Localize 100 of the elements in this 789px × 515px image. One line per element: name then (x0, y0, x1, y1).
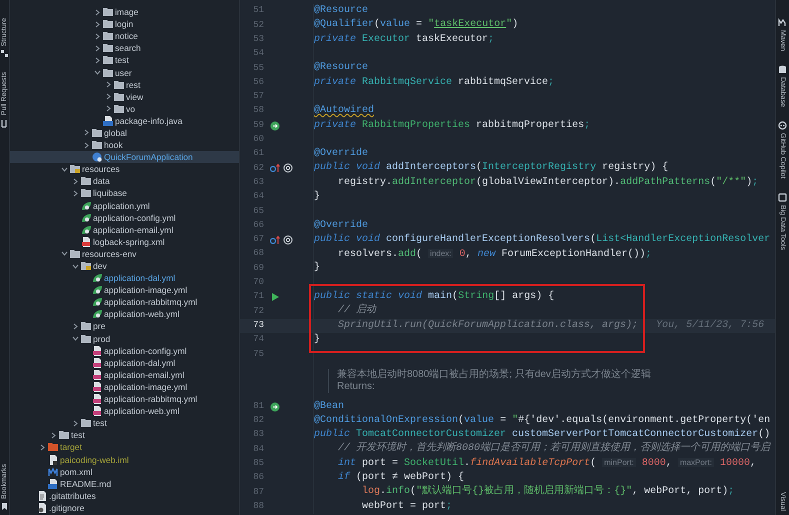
file-icon (92, 382, 102, 392)
file-icon (81, 236, 91, 247)
tree-item[interactable]: application-dal.yml (10, 356, 239, 369)
chevron-right-icon[interactable] (72, 190, 79, 197)
folder-icon (103, 68, 113, 78)
tree-item[interactable]: pom.xml (10, 466, 239, 478)
line-number: 67 (252, 233, 264, 246)
chevron-down-icon[interactable] (94, 69, 101, 76)
robot-icon[interactable] (778, 120, 787, 130)
run-icon[interactable] (270, 292, 280, 302)
tree-item[interactable]: login (10, 18, 239, 30)
tree-item[interactable]: paicoding-web.iml (10, 453, 239, 466)
tree-item[interactable]: liquibase (10, 187, 239, 200)
chevron-right-icon[interactable] (83, 129, 90, 136)
tree-item[interactable]: application-image.yml (10, 284, 239, 296)
chevron-right-icon[interactable] (83, 142, 90, 149)
code-line: @Resource (314, 62, 368, 74)
branch-icon[interactable] (0, 118, 9, 128)
tree-item[interactable]: application-email.yml (10, 368, 239, 381)
tree-item[interactable]: pre (10, 320, 239, 333)
tree-item[interactable]: hook (10, 139, 239, 152)
at-sign-icon[interactable] (283, 234, 293, 245)
code-line: public void configureHandlerExceptionResolvers(List<HandlerExceptionResolver (314, 234, 770, 246)
chevron-right-icon[interactable] (105, 81, 112, 88)
chevron-right-icon[interactable] (94, 32, 101, 40)
square-icon[interactable] (778, 192, 787, 202)
folder-icon (114, 80, 124, 90)
tree-item[interactable]: data (10, 175, 239, 188)
tree-item[interactable]: application-web.yml (10, 405, 239, 418)
chevron-right-icon[interactable] (72, 420, 79, 427)
chevron-right-icon[interactable] (72, 178, 79, 185)
line-number: 71 (252, 290, 264, 304)
chevron-down-icon[interactable] (72, 335, 79, 342)
line-number: 87 (252, 486, 264, 499)
tree-item[interactable]: dev (10, 260, 239, 272)
chevron-right-icon[interactable] (39, 444, 46, 451)
tree-item[interactable]: logback-spring.xml (10, 236, 239, 248)
chevron-right-icon[interactable] (94, 8, 101, 16)
chevron-down-icon[interactable] (61, 250, 68, 258)
maven-icon[interactable] (778, 18, 787, 27)
file-icon (48, 454, 58, 465)
tree-item[interactable]: .gitattributes (10, 490, 239, 502)
tree-item[interactable]: target (10, 441, 239, 454)
tree-item[interactable]: rest (10, 78, 239, 91)
database-icon[interactable] (778, 65, 787, 74)
tree-item[interactable]: image (10, 6, 239, 18)
folder-icon (48, 442, 58, 452)
code-line: private RabbitmqService rabbitmqService; (314, 76, 554, 89)
tree-item[interactable]: application-dal.yml (10, 272, 239, 284)
tree-item[interactable]: search (10, 42, 239, 54)
tree-item[interactable]: QuickForumApplication (10, 151, 239, 164)
tree-item[interactable]: application-rabbitmq.yml (10, 296, 239, 308)
tree-item[interactable]: package-info.java (10, 114, 239, 127)
tree-item[interactable]: application-rabbitmq.yml (10, 393, 239, 406)
chevron-right-icon[interactable] (94, 20, 101, 28)
chevron-right-icon[interactable] (94, 44, 101, 52)
chevron-right-icon[interactable] (72, 322, 79, 330)
tree-item[interactable]: prod (10, 332, 239, 345)
tree-item[interactable]: application-config.yml (10, 212, 239, 224)
line-number: 82 (252, 414, 264, 428)
tree-item[interactable]: application-web.yml (10, 308, 239, 320)
chevron-right-icon[interactable] (50, 432, 57, 439)
bean-icon[interactable] (270, 120, 280, 131)
tree-item[interactable]: application-email.yml (10, 224, 239, 236)
tree-item[interactable]: global (10, 126, 239, 140)
tree-item[interactable]: notice (10, 30, 239, 42)
line-number: 52 (252, 18, 264, 32)
tree-item[interactable]: application-image.yml (10, 380, 239, 393)
file-icon (37, 490, 47, 501)
tree-item[interactable]: application-config.yml (10, 344, 239, 357)
override-icon[interactable] (270, 234, 280, 245)
tree-item[interactable]: vo (10, 102, 239, 115)
chevron-right-icon[interactable] (105, 105, 112, 112)
line-number: 66 (252, 218, 264, 232)
code-line: SpringUtil.run(QuickForumApplication.class, args); (337, 320, 638, 332)
maven-icon (48, 466, 58, 477)
chevron-down-icon[interactable] (61, 166, 68, 173)
structure-icon[interactable] (0, 49, 9, 58)
tree-item[interactable]: README.md (10, 478, 239, 490)
class-icon (92, 152, 102, 162)
tree-item[interactable]: application.yml (10, 200, 239, 212)
file-icon (92, 406, 102, 416)
tree-item[interactable]: view (10, 90, 239, 103)
chevron-down-icon[interactable] (72, 262, 79, 270)
bookmark-icon[interactable] (0, 502, 9, 511)
tree-item[interactable]: resources (10, 163, 239, 176)
tree-item[interactable]: test (10, 429, 239, 442)
tree-item[interactable]: test (10, 417, 239, 430)
chevron-right-icon[interactable] (105, 93, 112, 100)
code-line: @Override (314, 220, 368, 232)
tree-item[interactable]: .gitignore (10, 502, 239, 514)
folder-icon (114, 104, 124, 114)
tree-item[interactable]: resources-env (10, 248, 239, 260)
chevron-right-icon[interactable] (94, 56, 101, 64)
tree-item[interactable]: user (10, 66, 239, 79)
override-icon[interactable] (270, 163, 280, 174)
code-line: // 启动 (337, 305, 376, 318)
at-sign-icon[interactable] (283, 163, 293, 174)
bean-icon[interactable] (270, 402, 280, 412)
tree-item[interactable]: test (10, 54, 239, 66)
